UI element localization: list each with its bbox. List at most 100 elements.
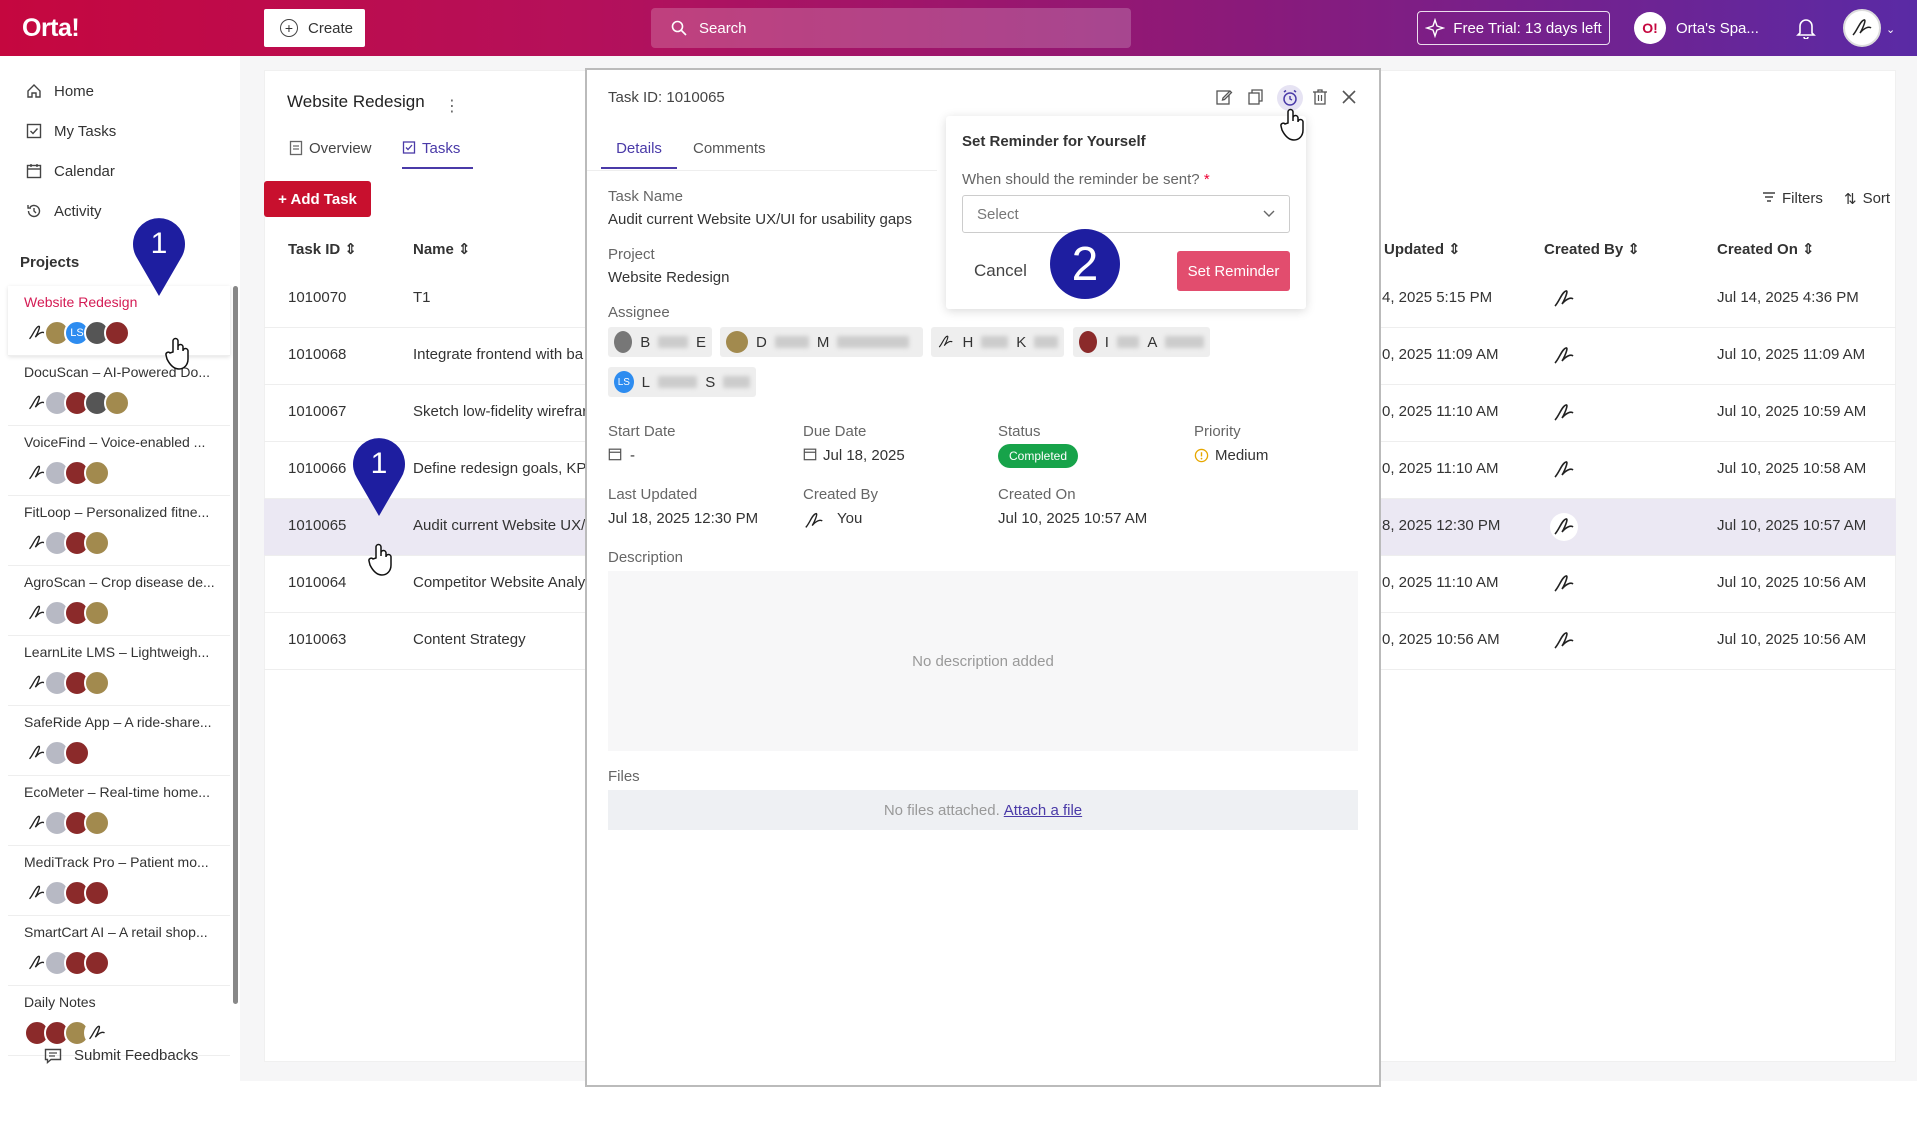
priority-label: Priority [1194, 423, 1241, 440]
project-value: Website Redesign [608, 269, 730, 286]
sort-arrows-icon: ⇕ [1802, 241, 1815, 258]
edit-icon[interactable] [1215, 88, 1233, 106]
assignee-chip[interactable]: DM [720, 327, 923, 357]
user-avatar[interactable] [1843, 9, 1881, 47]
creator-avatar [1550, 399, 1578, 427]
more-vertical-icon[interactable]: ⋮ [444, 96, 460, 116]
sidebar-item-calendar[interactable]: Calendar [26, 158, 115, 184]
chevron-down-icon[interactable]: ⌄ [1886, 23, 1895, 36]
column-header-task-id[interactable]: Task ID ⇕ [288, 240, 357, 258]
tab-overview[interactable]: Overview [289, 140, 372, 157]
sidebar-project-item[interactable]: AgroScan – Crop disease de... [8, 566, 230, 636]
project-name: VoiceFind – Voice-enabled ... [24, 434, 206, 450]
priority-value[interactable]: Medium [1194, 447, 1268, 464]
filters-button[interactable]: Filters [1762, 190, 1823, 207]
close-icon[interactable] [1341, 89, 1357, 105]
status-label: Status [998, 423, 1041, 440]
sidebar-item-label: My Tasks [54, 122, 117, 140]
sidebar-project-item[interactable]: VoiceFind – Voice-enabled ... [8, 426, 230, 496]
column-header-name[interactable]: Name ⇕ [413, 240, 471, 258]
project-name: EcoMeter – Real-time home... [24, 784, 210, 800]
status-badge[interactable]: Completed [998, 444, 1079, 468]
avatar [64, 740, 90, 766]
avatar: LS [614, 371, 634, 393]
start-date-value: - [608, 447, 635, 464]
project-name: FitLoop – Personalized fitne... [24, 504, 210, 520]
task-id-header: Task ID: 1010065 [608, 89, 725, 106]
sidebar-item-activity[interactable]: Activity [26, 198, 102, 224]
avatar [84, 600, 110, 626]
project-members [24, 600, 110, 626]
free-trial-button[interactable]: Free Trial: 13 days left [1417, 11, 1610, 45]
avatar [84, 670, 110, 696]
project-label: Project [608, 246, 655, 263]
sidebar-project-item[interactable]: MediTrack Pro – Patient mo... [8, 846, 230, 916]
sidebar-item-my-tasks[interactable]: My Tasks [26, 118, 116, 144]
last-updated-cell: 0, 2025 11:10 AM [1382, 403, 1499, 420]
attach-file-link[interactable]: Attach a file [1004, 802, 1082, 819]
column-header-created-by[interactable]: Created By ⇕ [1544, 240, 1640, 258]
sidebar-project-item[interactable]: DocuScan – AI-Powered Do... [8, 356, 230, 426]
sidebar-project-item[interactable]: LearnLite LMS – Lightweigh... [8, 636, 230, 706]
project-members [24, 670, 110, 696]
cancel-button[interactable]: Cancel [974, 261, 1027, 281]
task-name-cell: Sketch low-fidelity wirefrar [413, 403, 588, 420]
task-name-label: Task Name [608, 188, 684, 205]
reminder-popover: Set Reminder for Yourself When should th… [946, 116, 1306, 309]
reminder-time-select[interactable]: Select [962, 195, 1290, 233]
assignee-chip[interactable]: HK [931, 327, 1064, 357]
bell-icon[interactable] [1796, 17, 1816, 39]
assignee-chip[interactable]: IA [1073, 327, 1210, 357]
tab-comments[interactable]: Comments [693, 140, 766, 157]
last-updated-cell: 0, 2025 11:09 AM [1382, 346, 1499, 363]
created-on-cell: Jul 10, 2025 10:59 AM [1717, 403, 1867, 420]
task-name-cell: Content Strategy [413, 631, 526, 648]
add-task-button[interactable]: + Add Task [264, 181, 371, 217]
project-members [24, 880, 110, 906]
signature-icon [1852, 19, 1872, 36]
signature-icon [938, 335, 953, 348]
sort-label: Sort [1862, 190, 1891, 207]
created-by-value: You [803, 510, 862, 532]
workspace-switcher[interactable]: O! Orta's Spa... [1634, 11, 1759, 45]
project-name: Website Redesign [24, 294, 138, 310]
sidebar-project-item[interactable]: EcoMeter – Real-time home... [8, 776, 230, 846]
sort-arrows-icon: ⇕ [344, 241, 357, 258]
sidebar-project-item[interactable]: Daily Notes [8, 986, 230, 1056]
assignee-chip[interactable]: LS LS [608, 367, 756, 397]
tab-tasks[interactable]: Tasks [402, 140, 473, 169]
copy-icon[interactable] [1247, 88, 1265, 106]
sidebar-item-home[interactable]: Home [26, 78, 94, 104]
search-input[interactable]: Search [651, 8, 1131, 48]
last-updated-label: Last Updated [608, 486, 698, 503]
app-logo[interactable]: Orta! [22, 14, 80, 43]
calendar-icon [803, 448, 817, 461]
project-name: Daily Notes [24, 994, 96, 1010]
sidebar-scrollbar[interactable] [233, 286, 238, 1004]
column-header-created-on[interactable]: Created On ⇕ [1717, 240, 1815, 258]
task-id-cell: 1010064 [288, 574, 347, 591]
creator-avatar [1550, 570, 1578, 598]
column-header-updated[interactable]: Updated ⇕ [1384, 240, 1461, 258]
last-updated-value: Jul 18, 2025 12:30 PM [608, 510, 759, 527]
sort-button[interactable]: ⇅ Sort [1844, 190, 1890, 208]
hand-cursor-icon [1280, 108, 1304, 141]
assignee-chip[interactable]: BE [608, 327, 712, 357]
calendar-icon [26, 164, 42, 179]
tab-details[interactable]: Details [601, 140, 677, 169]
sidebar-project-item[interactable]: FitLoop – Personalized fitne... [8, 496, 230, 566]
description-area[interactable]: No description added [608, 571, 1358, 751]
alarm-clock-icon[interactable] [1281, 89, 1299, 107]
sidebar-project-item[interactable]: SmartCart AI – A retail shop... [8, 916, 230, 986]
set-reminder-button[interactable]: Set Reminder [1177, 251, 1290, 291]
hand-cursor-icon [368, 543, 392, 576]
trial-label: Free Trial: 13 days left [1453, 19, 1602, 37]
trash-icon[interactable] [1312, 88, 1328, 106]
task-id-cell: 1010068 [288, 346, 347, 363]
start-date-label: Start Date [608, 423, 676, 440]
submit-feedback-button[interactable]: Submit Feedbacks [44, 1047, 198, 1064]
sidebar-project-item[interactable]: Website Redesign LS [8, 286, 230, 356]
project-name: SmartCart AI – A retail shop... [24, 924, 208, 940]
sidebar-project-item[interactable]: SafeRide App – A ride-share... [8, 706, 230, 776]
create-button[interactable]: + Create [264, 9, 365, 47]
